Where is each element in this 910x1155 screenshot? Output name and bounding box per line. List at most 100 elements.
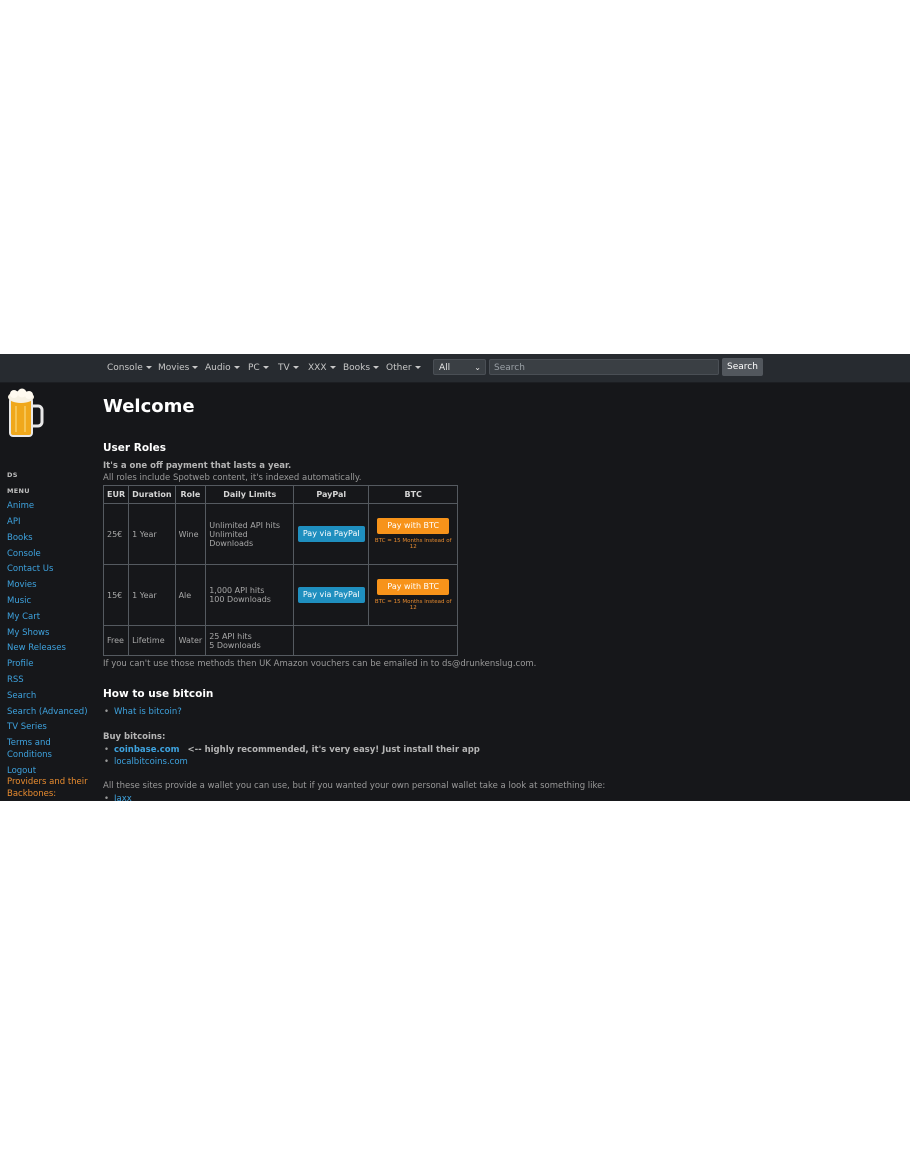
caret-down-icon bbox=[292, 366, 299, 369]
user-roles-heading: User Roles bbox=[103, 442, 166, 454]
sidebar-item-api[interactable]: API bbox=[7, 516, 20, 528]
nav-pc-label: PC bbox=[248, 363, 260, 373]
sidebar-item-my-cart[interactable]: My Cart bbox=[7, 611, 40, 623]
cell-duration: Lifetime bbox=[128, 625, 176, 656]
localbitcoins-link[interactable]: localbitcoins.com bbox=[103, 756, 480, 768]
sidebar: DS MENU Anime API Books Console Contact … bbox=[0, 382, 95, 801]
pay-with-btc-button[interactable]: Pay with BTC bbox=[377, 518, 450, 534]
sidebar-item-books[interactable]: Books bbox=[7, 532, 33, 544]
sidebar-item-search-advanced[interactable]: Search (Advanced) bbox=[7, 706, 88, 718]
col-header-eur: EUR bbox=[102, 485, 130, 504]
jaxx-link[interactable]: Jaxx bbox=[103, 793, 132, 801]
caret-down-icon bbox=[145, 366, 152, 369]
caret-down-icon bbox=[262, 366, 269, 369]
nav-books[interactable]: Books bbox=[343, 361, 380, 375]
category-select-value: All bbox=[439, 363, 451, 373]
caret-down-icon bbox=[373, 366, 380, 369]
nav-other-label: Other bbox=[386, 363, 412, 373]
limit-api-hits: Unlimited API hits bbox=[209, 520, 281, 530]
btc-bonus-note: BTC = 15 Months instead of 12 bbox=[374, 599, 452, 611]
cell-eur: Free bbox=[102, 625, 130, 656]
what-is-bitcoin-link[interactable]: What is bitcoin? bbox=[103, 706, 182, 718]
cell-btc: Pay with BTC BTC = 15 Months instead of … bbox=[368, 564, 459, 626]
cell-daily-limits: Unlimited API hits Unlimited Downloads bbox=[205, 503, 295, 565]
pay-with-btc-button[interactable]: Pay with BTC bbox=[377, 579, 450, 595]
sidebar-item-tv-series[interactable]: TV Series bbox=[7, 721, 47, 733]
app-window: Console Movies Audio PC TV XXX Books Oth… bbox=[0, 354, 910, 801]
nav-audio[interactable]: Audio bbox=[205, 361, 240, 375]
cell-eur: 15€ bbox=[102, 564, 130, 626]
col-header-role: Role bbox=[174, 485, 207, 504]
col-header-paypal: PayPal bbox=[293, 485, 370, 504]
limit-api-hits: 25 API hits bbox=[209, 631, 252, 641]
table-row: 25€ 1 Year Wine Unlimited API hits Unlim… bbox=[102, 503, 459, 565]
sidebar-item-rss[interactable]: RSS bbox=[7, 674, 24, 686]
cell-duration: 1 Year bbox=[128, 503, 176, 565]
btc-bonus-note: BTC = 15 Months instead of 12 bbox=[374, 538, 452, 550]
col-header-duration: Duration bbox=[128, 485, 176, 504]
cell-eur: 25€ bbox=[102, 503, 130, 565]
sidebar-item-movies[interactable]: Movies bbox=[7, 579, 37, 591]
limit-downloads: Unlimited Downloads bbox=[209, 529, 254, 548]
cell-paypal: Pay via PayPal bbox=[293, 503, 370, 565]
cell-paypal: Pay via PayPal bbox=[293, 564, 370, 626]
nav-tv-label: TV bbox=[278, 363, 290, 373]
wallet-note: All these sites provide a wallet you can… bbox=[103, 781, 606, 791]
sidebar-item-console[interactable]: Console bbox=[7, 548, 41, 560]
search-input[interactable]: Search bbox=[489, 359, 719, 375]
providers-heading: Providers and their Backbones: bbox=[7, 777, 88, 799]
nav-audio-label: Audio bbox=[205, 363, 231, 373]
pay-via-paypal-button[interactable]: Pay via PayPal bbox=[297, 526, 365, 542]
nav-xxx-label: XXX bbox=[308, 363, 327, 373]
cell-daily-limits: 1,000 API hits 100 Downloads bbox=[205, 564, 295, 626]
roles-note-payment: It's a one off payment that lasts a year… bbox=[103, 461, 292, 471]
limit-api-hits: 1,000 API hits bbox=[209, 586, 265, 595]
cell-role: Water bbox=[174, 625, 207, 656]
nav-pc[interactable]: PC bbox=[248, 361, 269, 375]
roles-note-spotweb: All roles include Spotweb content, it's … bbox=[103, 473, 362, 483]
nav-tv[interactable]: TV bbox=[278, 361, 299, 375]
search-placeholder: Search bbox=[494, 363, 525, 373]
sidebar-item-terms[interactable]: Terms and Conditions bbox=[7, 737, 52, 761]
cell-role: Ale bbox=[174, 564, 207, 626]
wallet-list: Jaxx bbox=[103, 793, 132, 801]
nav-console-label: Console bbox=[107, 363, 143, 373]
sidebar-menu-heading: MENU bbox=[7, 487, 30, 495]
nav-movies-label: Movies bbox=[158, 363, 190, 373]
table-row: 15€ 1 Year Ale 1,000 API hits 100 Downlo… bbox=[102, 564, 459, 626]
nav-xxx[interactable]: XXX bbox=[308, 361, 336, 375]
search-button[interactable]: Search bbox=[722, 358, 763, 376]
beer-mug-logo-icon bbox=[8, 388, 44, 437]
cell-empty bbox=[293, 625, 459, 656]
bitcoin-heading: How to use bitcoin bbox=[103, 688, 214, 700]
nav-movies[interactable]: Movies bbox=[158, 361, 199, 375]
user-roles-table: EUR Duration Role Daily Limits PayPal BT… bbox=[102, 485, 459, 656]
sidebar-item-profile[interactable]: Profile bbox=[7, 658, 33, 670]
table-row: Free Lifetime Water 25 API hits 5 Downlo… bbox=[102, 625, 459, 656]
category-select[interactable]: All ⌄ bbox=[433, 359, 486, 375]
amazon-voucher-note: If you can't use those methods then UK A… bbox=[103, 659, 537, 669]
table-header-row: EUR Duration Role Daily Limits PayPal BT… bbox=[102, 485, 459, 504]
caret-down-icon bbox=[329, 366, 336, 369]
col-header-daily-limits: Daily Limits bbox=[205, 485, 295, 504]
cell-role: Wine bbox=[174, 503, 207, 565]
nav-other[interactable]: Other bbox=[386, 361, 421, 375]
caret-down-icon bbox=[414, 366, 421, 369]
nav-books-label: Books bbox=[343, 363, 371, 373]
sidebar-item-contact-us[interactable]: Contact Us bbox=[7, 563, 53, 575]
pay-via-paypal-button[interactable]: Pay via PayPal bbox=[297, 587, 365, 603]
sidebar-item-my-shows[interactable]: My Shows bbox=[7, 627, 49, 639]
nav-console[interactable]: Console bbox=[107, 361, 152, 375]
list-item: coinbase.com <-- highly recommended, it's… bbox=[103, 744, 480, 756]
cell-btc: Pay with BTC BTC = 15 Months instead of … bbox=[368, 503, 459, 565]
cell-duration: 1 Year bbox=[128, 564, 176, 626]
limit-downloads: 5 Downloads bbox=[209, 640, 261, 650]
limit-downloads: 100 Downloads bbox=[209, 595, 271, 604]
sidebar-item-music[interactable]: Music bbox=[7, 595, 31, 607]
coinbase-recommendation: <-- highly recommended, it's very easy! … bbox=[187, 745, 480, 755]
col-header-btc: BTC bbox=[368, 485, 459, 504]
sidebar-item-search[interactable]: Search bbox=[7, 690, 36, 702]
sidebar-item-anime[interactable]: Anime bbox=[7, 500, 34, 512]
sidebar-item-new-releases[interactable]: New Releases bbox=[7, 642, 66, 654]
coinbase-link[interactable]: coinbase.com bbox=[114, 745, 179, 755]
